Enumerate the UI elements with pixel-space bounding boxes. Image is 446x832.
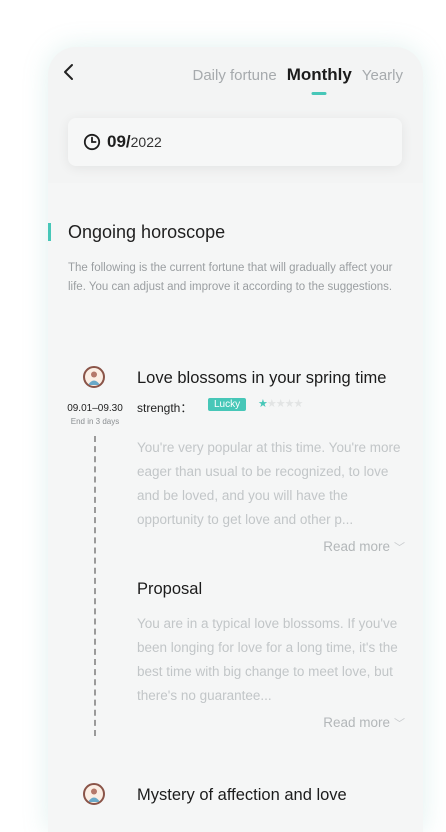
chevron-down-icon: ﹀: [394, 718, 405, 730]
tab-monthly[interactable]: Monthly: [287, 65, 352, 85]
avatar-icon: [83, 366, 105, 388]
section-accent-bar: [48, 223, 51, 241]
date-selector[interactable]: 09/2022: [68, 118, 402, 166]
section-title: Ongoing horoscope: [68, 222, 226, 242]
sub-entry-title: Proposal: [137, 580, 203, 598]
read-more-label: Read more: [323, 539, 390, 554]
ends-in-label: End in 3 days: [70, 417, 120, 426]
date-year: 2022: [130, 134, 162, 150]
read-more-label: Read more: [323, 715, 390, 730]
read-more-link[interactable]: Read more ﹀: [323, 539, 405, 555]
period-tabs: Daily fortune Monthly Yearly: [192, 65, 403, 85]
read-more-link[interactable]: Read more ﹀: [323, 715, 405, 731]
entry-title: Love blossoms in your spring time: [137, 369, 387, 387]
star-empty-icon: ★: [266, 398, 277, 410]
lucky-badge: Lucky: [208, 398, 247, 411]
entry-title: Mystery of affection and love: [137, 786, 347, 804]
star-empty-icon: ★: [293, 398, 304, 410]
star-filled-icon: ★: [258, 398, 268, 410]
date-range: 09.01–09.30: [67, 403, 123, 414]
phone-card: Daily fortune Monthly Yearly 09/2022 Ong…: [48, 47, 423, 832]
timeline-line: [94, 436, 96, 736]
entry-text: You're very popular at this time. You're…: [137, 440, 401, 527]
top-bar: Daily fortune Monthly Yearly 09/2022: [48, 47, 423, 183]
strength-label: strength：: [137, 401, 193, 415]
tab-daily-fortune[interactable]: Daily fortune: [192, 67, 276, 84]
star-empty-icon: ★: [275, 398, 286, 410]
avatar-icon: [83, 783, 105, 805]
tab-yearly[interactable]: Yearly: [362, 67, 403, 84]
sub-entry-text: You are in a typical love blossoms. If y…: [137, 616, 398, 703]
star-empty-icon: ★: [284, 398, 295, 410]
chevron-left-icon[interactable]: [58, 61, 80, 83]
section-description: The following is the current fortune tha…: [68, 262, 393, 293]
star-rating: ★★★★★: [258, 397, 304, 410]
date-month: 09/: [107, 132, 131, 151]
clock-icon: [83, 133, 101, 151]
chevron-down-icon: ﹀: [394, 542, 405, 554]
